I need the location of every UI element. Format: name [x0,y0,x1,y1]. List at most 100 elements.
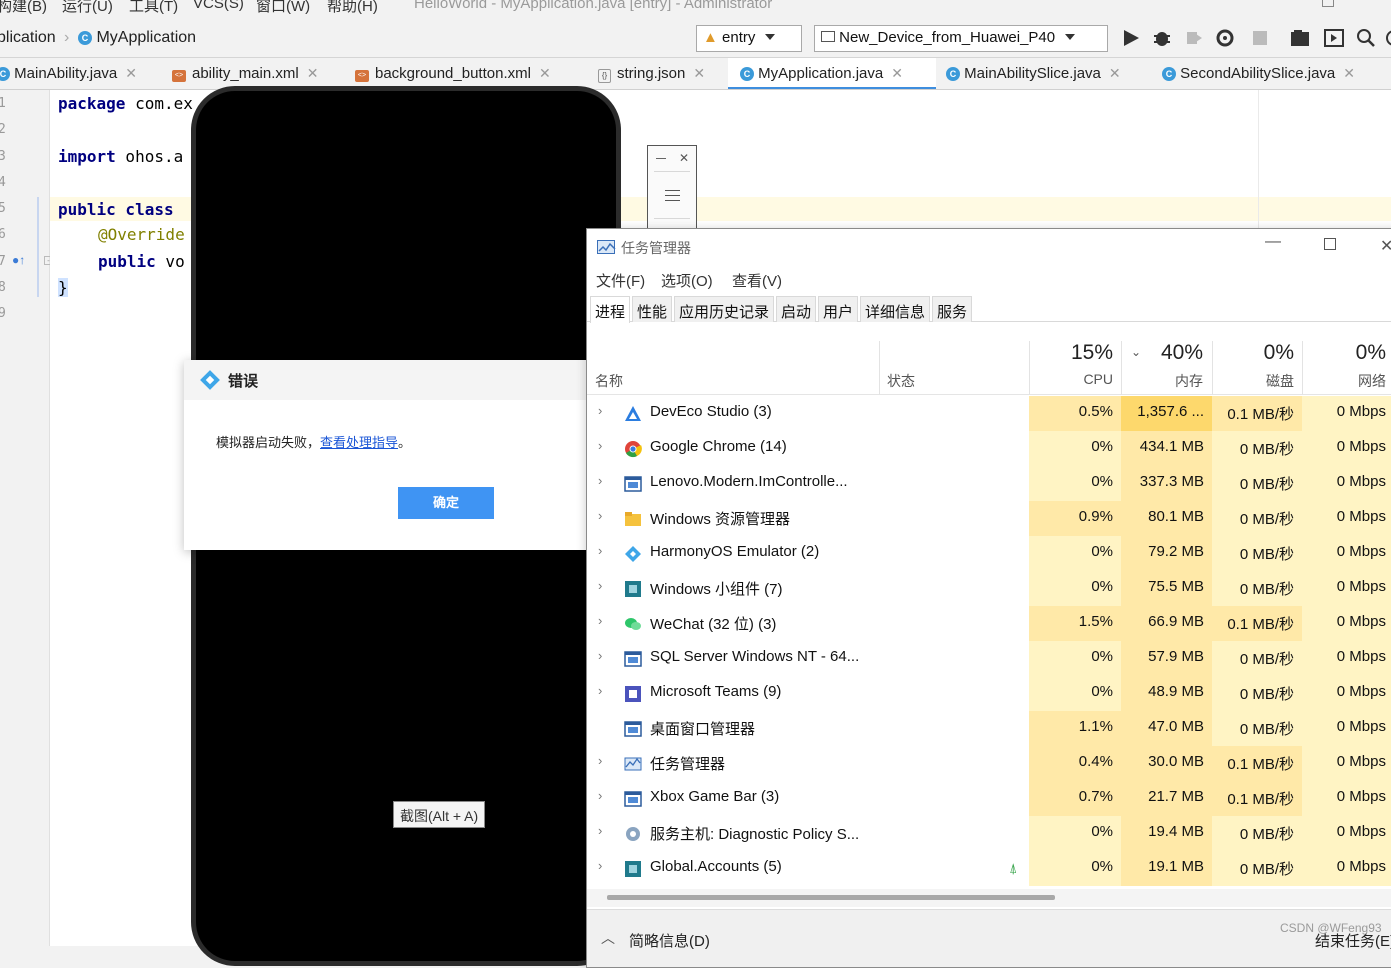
process-row[interactable]: › Microsoft Teams (9) 0% 48.9 MB 0 MB/秒 0 Mbp… [587,676,1391,711]
class-icon: C [0,67,10,81]
process-row[interactable]: › 任务管理器 0.4% 30.0 MB 0.1 MB/秒 0 Mbps [587,746,1391,781]
process-cpu: 0% [1029,641,1121,676]
line-number: 8 [0,280,6,295]
process-row[interactable]: › HarmonyOS Emulator (2) 0% 79.2 MB 0 MB/秒 0 … [587,536,1391,571]
menu-window[interactable]: 窗口(W) [256,0,310,16]
menu-help[interactable]: 帮助(H) [327,0,378,16]
previewer-icon[interactable] [1324,28,1344,48]
close-icon[interactable]: ✕ [1343,65,1355,81]
chevron-right-icon[interactable]: › [598,508,602,523]
tab-mainability-java[interactable]: C MainAbility.java ✕ [0,58,137,89]
run-icon[interactable] [1121,28,1141,48]
menu-run[interactable]: 运行(U) [62,0,113,16]
menu-file[interactable]: 文件(F) [596,270,645,291]
column-memory[interactable]: 内存 [1121,371,1203,391]
tab-services[interactable]: 服务 [932,296,973,322]
close-icon[interactable]: ✕ [307,65,319,81]
menu-tools[interactable]: 工具(T) [129,0,178,16]
process-row[interactable]: › Xbox Game Bar (3) 0.7% 21.7 MB 0.1 MB/秒 0 M… [587,781,1391,816]
ok-button[interactable]: 确定 [398,487,494,519]
menu-icon[interactable] [665,190,680,205]
close-icon[interactable]: ✕ [125,65,137,81]
process-row[interactable]: › Google Chrome (14) 0% 434.1 MB 0 MB/秒 0 Mbp… [587,431,1391,466]
troubleshoot-link[interactable]: 查看处理指导 [320,435,398,450]
chevron-right-icon[interactable]: › [598,473,602,488]
stop-icon[interactable] [1250,28,1270,48]
chevron-right-icon[interactable]: › [598,683,602,698]
process-row[interactable]: › Global.Accounts (5) ⍋ 0% 19.1 MB 0 MB/秒 0 Mb… [587,851,1391,886]
tab-myapplication-java[interactable]: C MyApplication.java ✕ [728,58,936,89]
process-network: 0 Mbps [1302,711,1391,746]
chevron-right-icon[interactable]: › [598,753,602,768]
close-icon[interactable]: ✕ [891,65,903,81]
process-row[interactable]: › SQL Server Windows NT - 64... 0% 57.9 MB 0… [587,641,1391,676]
tab-mainabilityslice-java[interactable]: C MainAbilitySlice.java ✕ [946,58,1121,89]
menu-vcs[interactable]: VCS(S) [193,0,244,12]
menu-build[interactable]: 构建(B) [0,0,47,16]
process-name: 服务主机: Diagnostic Policy S... [650,826,860,843]
close-icon[interactable]: ✕ [693,65,705,81]
chevron-right-icon[interactable]: › [598,613,602,628]
column-divider[interactable] [879,341,880,395]
profile-icon[interactable] [1215,28,1235,48]
close-icon[interactable]: ✕ [539,65,551,81]
tab-performance[interactable]: 性能 [632,296,673,322]
search-icon[interactable] [1356,28,1376,48]
close-icon[interactable]: ✕ [1380,236,1391,256]
restore-icon[interactable] [1322,0,1334,7]
code-line-8: } [58,278,68,297]
menu-options[interactable]: 选项(O) [661,270,713,291]
chevron-right-icon[interactable]: › [598,578,602,593]
tab-startup[interactable]: 启动 [776,296,817,322]
tab-processes[interactable]: 进程 [590,296,631,323]
tab-app-history[interactable]: 应用历史记录 [674,296,775,322]
process-row[interactable]: › WeChat (32 位) (3) 1.5% 66.9 MB 0.1 MB/秒 0 M… [587,606,1391,641]
scrollbar-thumb[interactable] [607,895,1055,900]
chevron-right-icon[interactable]: › [598,403,602,418]
column-network[interactable]: 网络 [1302,371,1386,391]
column-cpu[interactable]: CPU [1029,371,1113,387]
override-marker-icon[interactable]: ●↑ [12,253,25,267]
column-disk[interactable]: 磁盘 [1212,371,1294,391]
settings-icon[interactable] [1384,28,1391,48]
minimize-icon[interactable]: — [1265,233,1281,251]
teams-icon [624,685,642,703]
tab-secondabilityslice-java[interactable]: C SecondAbilitySlice.java ✕ [1162,58,1355,89]
process-row[interactable]: › Lenovo.Modern.ImControlle... 0% 337.3 MB 0… [587,466,1391,501]
attach-debugger-icon[interactable] [1184,28,1204,48]
process-row[interactable]: › DevEco Studio (3) 0.5% 1,357.6 ... 0.1 MB/… [587,396,1391,431]
chevron-right-icon[interactable]: › [598,438,602,453]
device-manager-icon[interactable] [1290,28,1310,48]
column-status[interactable]: 状态 [887,371,915,391]
breadcrumb-project[interactable]: plication [0,29,56,47]
process-disk: 0 MB/秒 [1212,851,1302,886]
process-row[interactable]: 桌面窗口管理器 1.1% 47.0 MB 0 MB/秒 0 Mbps [587,711,1391,746]
chevron-right-icon[interactable]: › [598,823,602,838]
tab-string-json[interactable]: {} string.json ✕ [598,58,705,89]
debug-icon[interactable] [1152,28,1172,48]
process-row[interactable]: › 服务主机: Diagnostic Policy S... 0% 19.4 MB 0 … [587,816,1391,851]
breadcrumb-class[interactable]: C MyApplication [78,29,196,47]
close-icon[interactable]: ✕ [679,151,689,165]
chevron-right-icon[interactable]: › [598,543,602,558]
menu-view[interactable]: 查看(V) [732,270,782,291]
chevron-right-icon[interactable]: › [598,788,602,803]
process-network: 0 Mbps [1302,466,1391,501]
process-row[interactable]: › Windows 小组件 (7) 0% 75.5 MB 0 MB/秒 0 Mbps [587,571,1391,606]
folder-icon [624,510,642,528]
process-row[interactable]: › Windows 资源管理器 0.9% 80.1 MB 0 MB/秒 0 Mbps [587,501,1391,536]
maximize-icon[interactable] [1324,238,1336,250]
tab-label: ability_main.xml [192,65,299,82]
column-name[interactable]: 名称 [595,371,623,391]
fewer-details-link[interactable]: 简略信息(D) [629,930,710,951]
chevron-right-icon[interactable]: › [598,648,602,663]
memory-total: 40% [1160,341,1203,364]
minimize-icon[interactable] [656,158,666,159]
device-select[interactable]: New_Device_from_Huawei_P40 [814,25,1108,52]
chevron-up-icon[interactable]: ︿ [601,928,615,948]
tab-users[interactable]: 用户 [818,296,859,322]
tab-details[interactable]: 详细信息 [860,296,931,322]
run-config-select[interactable]: ▲ entry [696,25,802,52]
chevron-right-icon[interactable]: › [598,858,602,873]
close-icon[interactable]: ✕ [1109,65,1121,81]
